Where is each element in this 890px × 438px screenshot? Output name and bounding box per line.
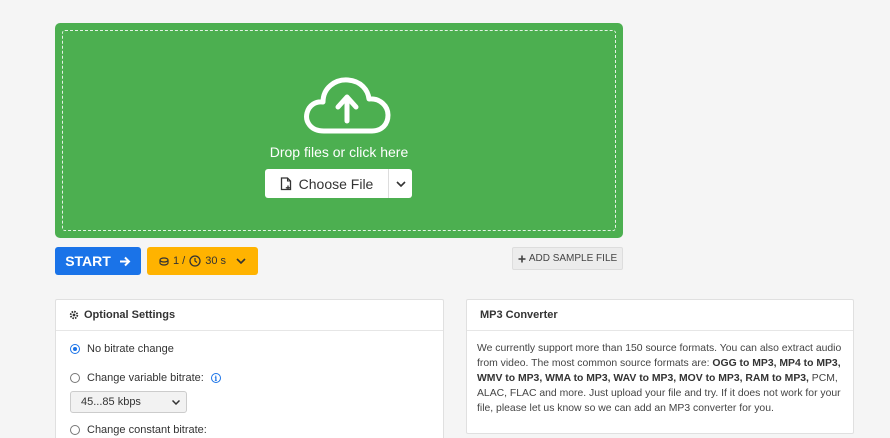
dropzone-prompt: Drop files or click here bbox=[269, 144, 409, 160]
gear-icon bbox=[69, 310, 79, 320]
optional-settings-panel: Optional Settings No bitrate change Chan… bbox=[55, 299, 444, 438]
clock-icon bbox=[189, 255, 201, 267]
coins-icon bbox=[159, 256, 169, 266]
cloud-upload-icon bbox=[304, 77, 391, 134]
choose-file-group: Choose File bbox=[265, 169, 412, 198]
file-limit-text: 1 / bbox=[172, 255, 186, 267]
mp3-converter-description: We currently support more than 150 sourc… bbox=[467, 331, 853, 416]
option-label: Change variable bitrate: bbox=[87, 372, 204, 384]
choose-source-dropdown[interactable] bbox=[388, 169, 412, 198]
start-button[interactable]: START bbox=[55, 247, 141, 275]
info-icon[interactable]: i bbox=[210, 373, 221, 383]
mp3-converter-header: MP3 Converter bbox=[467, 300, 853, 331]
option-no-bitrate-change[interactable]: No bitrate change bbox=[70, 343, 174, 355]
chevron-down-icon bbox=[172, 399, 180, 405]
optional-settings-header: Optional Settings bbox=[56, 300, 443, 331]
radio-variable-bitrate[interactable] bbox=[70, 373, 80, 383]
choose-file-button[interactable]: Choose File bbox=[265, 169, 388, 198]
file-plus-icon bbox=[280, 176, 291, 190]
radio-constant-bitrate[interactable] bbox=[70, 425, 80, 435]
option-label: No bitrate change bbox=[87, 343, 174, 355]
radio-no-bitrate-change[interactable] bbox=[70, 344, 80, 354]
arrow-right-icon bbox=[119, 256, 131, 266]
option-variable-bitrate[interactable]: Change variable bitrate: i bbox=[70, 372, 221, 384]
option-label: Change constant bitrate: bbox=[87, 424, 207, 436]
mp3-converter-panel: MP3 Converter We currently support more … bbox=[466, 299, 854, 434]
optional-settings-title: Optional Settings bbox=[84, 309, 176, 321]
dropzone-dashed-border: Drop files or click here Choose File bbox=[62, 30, 616, 231]
option-constant-bitrate[interactable]: Change constant bitrate: bbox=[70, 424, 207, 436]
chevron-down-icon bbox=[395, 180, 406, 187]
variable-bitrate-value: 45...85 kbps bbox=[81, 396, 141, 408]
file-dropzone[interactable]: Drop files or click here Choose File bbox=[55, 23, 623, 238]
plus-icon bbox=[518, 255, 526, 262]
variable-bitrate-select[interactable]: 45...85 kbps bbox=[70, 391, 187, 413]
limits-button[interactable]: 1 / 30 s bbox=[147, 247, 258, 275]
chevron-down-icon bbox=[236, 258, 246, 264]
add-sample-label: ADD SAMPLE FILE bbox=[528, 253, 618, 264]
mp3-converter-title: MP3 Converter bbox=[480, 309, 558, 321]
add-sample-file-button[interactable]: ADD SAMPLE FILE bbox=[512, 247, 623, 270]
choose-file-label: Choose File bbox=[298, 175, 374, 192]
time-limit-text: 30 s bbox=[205, 255, 227, 267]
start-label: START bbox=[65, 253, 111, 269]
